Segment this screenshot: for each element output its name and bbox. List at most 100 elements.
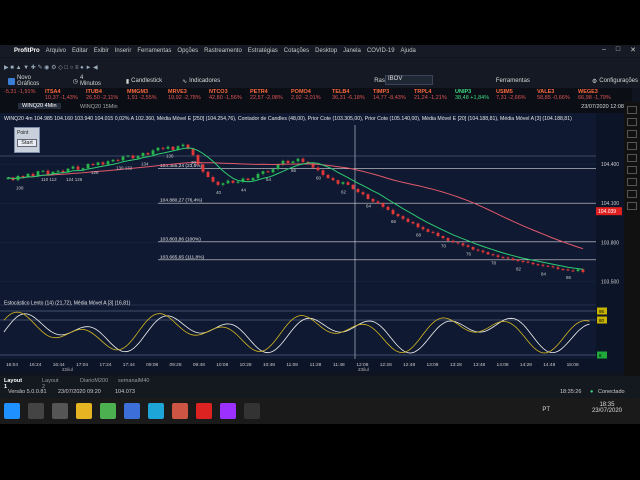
ema-20-line: [7, 147, 584, 270]
ticker-item[interactable]: TIMP3 14,77 -8,43%: [373, 89, 406, 101]
layout-tab[interactable]: semanalM40: [118, 378, 150, 384]
tab-winq20-15min[interactable]: WINQ20 15Min: [80, 104, 118, 110]
ticker-item[interactable]: ITSA4 10,37 -1,43%: [45, 89, 78, 101]
menu-item[interactable]: Arquivo: [46, 48, 66, 54]
menu-item[interactable]: Exibir: [94, 48, 109, 54]
menu-item[interactable]: Cotações: [284, 48, 309, 54]
menu-item[interactable]: Rastreamento: [204, 48, 242, 54]
menu-item[interactable]: Estratégias: [248, 48, 278, 54]
menu-item[interactable]: Ferramentas: [137, 48, 171, 54]
paint-icon[interactable]: [172, 403, 188, 419]
tool-2-icon[interactable]: [627, 118, 637, 126]
clock-date: 23/07/2020: [591, 408, 622, 414]
candle-body: [211, 177, 215, 182]
new-charts-button[interactable]: Novo Gráficos: [6, 74, 57, 88]
menu-item[interactable]: Editar: [72, 48, 88, 54]
ticker-item[interactable]: TELB4 36,31 -6,18%: [332, 89, 365, 101]
ticker-item[interactable]: MMGM3 1,91 -2,55%: [127, 89, 157, 101]
candle-body: [566, 269, 570, 271]
candle-body: [21, 175, 25, 178]
opera-icon[interactable]: [196, 403, 212, 419]
ticker-item[interactable]: USIM5 7,31 -2,66%: [496, 89, 526, 101]
tool-4-icon[interactable]: [627, 142, 637, 150]
candle-body: [381, 203, 385, 207]
tool-1-icon[interactable]: [627, 106, 637, 114]
chart-header: WINQ20 4m 104.985 104.160 103.940 104.01…: [4, 116, 572, 122]
tool-8-icon[interactable]: [627, 190, 637, 198]
tool-3-icon[interactable]: [627, 130, 637, 138]
candle-body: [361, 192, 365, 195]
tool-6-icon[interactable]: [627, 166, 637, 174]
candle-body: [441, 236, 445, 239]
tool-5-icon[interactable]: [627, 154, 637, 162]
menu-item[interactable]: COVID-19: [367, 48, 395, 54]
ticker-item[interactable]: PETR4 22,57 -2,08%: [250, 89, 283, 101]
tools-button[interactable]: Ferramentas: [494, 77, 532, 85]
chrome-icon[interactable]: [100, 403, 116, 419]
menu-item[interactable]: Desktop: [315, 48, 337, 54]
title-bar: ProfitPro Arquivo Editar Exibir Inserir Ferr…: [0, 45, 640, 57]
premiere-icon[interactable]: [220, 403, 236, 419]
indicators-button[interactable]: ∿ Indicadores: [180, 77, 222, 86]
candle-count-label: 64: [366, 204, 372, 209]
store-icon[interactable]: [124, 403, 140, 419]
bottom-letterbox: [0, 424, 640, 480]
folder-icon[interactable]: [76, 403, 92, 419]
ticker-value: 10,37 -1,43%: [45, 95, 78, 101]
task-view-icon[interactable]: [52, 403, 68, 419]
ticker-value: 66,98 -1,79%: [578, 95, 611, 101]
search-icon[interactable]: [28, 403, 44, 419]
price-chart[interactable]: WINQ20 4m 104.985 104.160 103.940 104.01…: [0, 113, 624, 372]
menu-item[interactable]: Inserir: [115, 48, 132, 54]
fib-level-label: 104.365,24 (23,6%): [160, 163, 203, 169]
taskbar-clock[interactable]: 18:35 23/07/2020: [592, 402, 622, 414]
candle-body: [46, 170, 50, 175]
candle-body: [106, 161, 110, 165]
candle-body: [366, 194, 370, 199]
ticker-item[interactable]: VALE3 58,85 -0,66%: [537, 89, 570, 101]
ticker-item[interactable]: POMO4 2,92 -2,01%: [291, 89, 321, 101]
candle-count-label: 56: [291, 168, 297, 173]
candle-body: [511, 258, 515, 261]
tab-winq20-4min[interactable]: WINQ20 4Min: [18, 103, 61, 109]
time-tick-label: 13:08: [426, 362, 438, 368]
menu-item[interactable]: Ajuda: [401, 48, 416, 54]
menu-item[interactable]: Opções: [177, 48, 198, 54]
ticker-item[interactable]: ITUB4 26,50 -2,11%: [86, 89, 118, 101]
tool-7-icon[interactable]: [627, 178, 637, 186]
layout-tab[interactable]: DiarioM200: [80, 378, 108, 384]
point-widget-title: Point: [17, 130, 29, 136]
time-tick-label: 10:08: [216, 362, 228, 368]
ticker-item[interactable]: -5,31 -1,91%: [4, 89, 36, 95]
ticker-item[interactable]: NTCO3 42,80 -1,56%: [209, 89, 242, 101]
settings-button[interactable]: ⚙ Configurações: [590, 77, 640, 86]
candle-body: [41, 170, 45, 172]
candle-body: [121, 156, 125, 161]
chart-type-select[interactable]: ▮ Candlestick: [124, 77, 164, 86]
point-widget[interactable]: Point Start: [14, 127, 40, 153]
language-indicator[interactable]: PT: [542, 407, 550, 413]
close-icon[interactable]: ✕: [630, 46, 636, 54]
windows-icon[interactable]: [4, 403, 20, 419]
toolbar-icons: ▶ ■ ▲ ▼ ✚ ✎ ◉ ⚙ ◇ □ ○ ≡ ● ► ◀: [4, 64, 98, 71]
ticker-item[interactable]: TRPL4 21,24 -1,21%: [414, 89, 447, 101]
maximize-icon[interactable]: □: [616, 46, 620, 54]
minimize-icon[interactable]: –: [602, 46, 606, 54]
candle-body: [206, 171, 210, 178]
ticker-item[interactable]: MRVE3 19,92 -2,78%: [168, 89, 201, 101]
ticker-item[interactable]: UNIP3 38,48 +1,84%: [455, 89, 489, 101]
chart-area[interactable]: WINQ20 4m 104.985 104.160 103.940 104.01…: [0, 113, 624, 372]
start-button[interactable]: Start: [17, 139, 37, 147]
time-tick-label: 17:24: [99, 362, 111, 368]
candle-body: [396, 214, 400, 217]
menu-item[interactable]: Janela: [343, 48, 361, 54]
tool-9-icon[interactable]: [627, 202, 637, 210]
symbol-input[interactable]: IBOV: [385, 75, 433, 85]
obs-icon[interactable]: [244, 403, 260, 419]
ticker-item[interactable]: WEGE3 66,98 -1,79%: [578, 89, 611, 101]
edge-icon[interactable]: [148, 403, 164, 419]
interval-select[interactable]: ◷ 4 Minutos: [71, 74, 108, 88]
price-tick-label: 103.500: [601, 279, 619, 285]
candle-body: [496, 255, 500, 257]
candle-body: [271, 169, 275, 173]
